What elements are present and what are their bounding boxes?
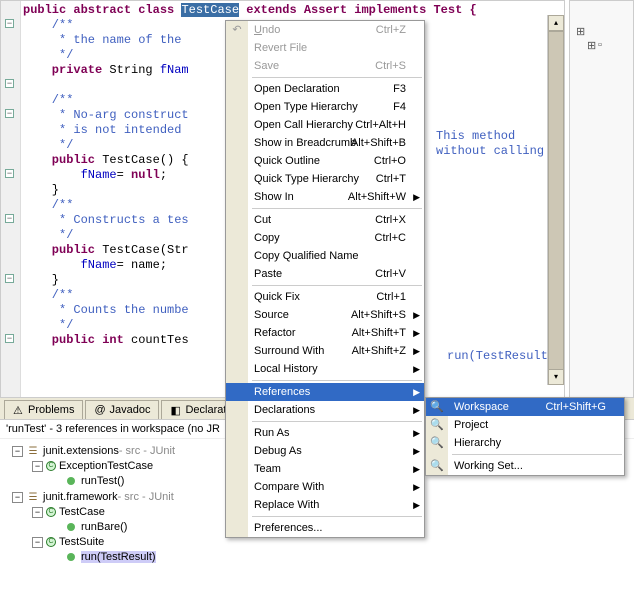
menu-separator <box>252 208 422 209</box>
method-icon <box>64 520 78 534</box>
submenu-arrow-icon: ▶ <box>413 482 420 493</box>
menu-revert-file[interactable]: Revert File <box>226 39 424 57</box>
menu-separator <box>252 421 422 422</box>
expand-icon[interactable]: ⊞ <box>587 39 596 52</box>
revision-annotation: run(TestResult <box>447 349 548 363</box>
menu-refactor[interactable]: RefactorAlt+Shift+T▶ <box>226 324 424 342</box>
menu-replace-with[interactable]: Replace With▶ <box>226 496 424 514</box>
submenu-arrow-icon: ▶ <box>413 192 420 203</box>
submenu-arrow-icon: ▶ <box>413 310 420 321</box>
submenu-working-set[interactable]: 🔍Working Set... <box>426 457 624 475</box>
class-icon: C <box>46 507 56 517</box>
menu-separator <box>252 516 422 517</box>
search-icon: 🔍 <box>429 436 445 452</box>
submenu-arrow-icon: ▶ <box>413 387 420 398</box>
menu-save[interactable]: SaveCtrl+S <box>226 57 424 75</box>
menu-quick-outline[interactable]: Quick OutlineCtrl+O <box>226 152 424 170</box>
search-icon: 🔍 <box>429 418 445 434</box>
submenu-arrow-icon: ▶ <box>413 328 420 339</box>
scroll-down-button[interactable]: ▾ <box>548 369 564 385</box>
submenu-workspace[interactable]: 🔍WorkspaceCtrl+Shift+G <box>426 398 624 416</box>
tab-problems[interactable]: ⚠Problems <box>4 400 83 419</box>
menu-compare-with[interactable]: Compare With▶ <box>226 478 424 496</box>
selected-text: TestCase <box>181 3 239 17</box>
submenu-project[interactable]: 🔍Project <box>426 416 624 434</box>
menu-separator <box>452 454 622 455</box>
menu-debug-as[interactable]: Debug As▶ <box>226 442 424 460</box>
menu-local-history[interactable]: Local History▶ <box>226 360 424 378</box>
submenu-arrow-icon: ▶ <box>413 428 420 439</box>
javadoc-icon: @ <box>94 404 106 416</box>
menu-separator <box>252 285 422 286</box>
submenu-hierarchy[interactable]: 🔍Hierarchy <box>426 434 624 452</box>
menu-references[interactable]: References▶ <box>226 383 424 401</box>
references-submenu: 🔍WorkspaceCtrl+Shift+G 🔍Project 🔍Hierarc… <box>425 397 625 476</box>
menu-run-as[interactable]: Run As▶ <box>226 424 424 442</box>
submenu-arrow-icon: ▶ <box>413 405 420 416</box>
class-icon: C <box>46 461 56 471</box>
menu-copy[interactable]: CopyCtrl+C <box>226 229 424 247</box>
declaration-icon: ◧ <box>170 404 182 416</box>
fold-toggle[interactable]: − <box>5 109 14 118</box>
collapse-icon[interactable]: − <box>12 492 23 503</box>
collapse-icon[interactable]: − <box>12 446 23 457</box>
menu-surround-with[interactable]: Surround WithAlt+Shift+Z▶ <box>226 342 424 360</box>
fold-toggle[interactable]: − <box>5 19 14 28</box>
submenu-arrow-icon: ▶ <box>413 500 420 511</box>
revision-annotation: This method <box>436 129 515 143</box>
expand-icon[interactable]: ⊞ <box>576 25 585 38</box>
vertical-scrollbar[interactable]: ▴ ▾ <box>547 15 563 385</box>
tab-javadoc[interactable]: @Javadoc <box>85 400 159 419</box>
menu-open-type-hierarchy[interactable]: Open Type HierarchyF4 <box>226 98 424 116</box>
problems-icon: ⚠ <box>13 404 25 416</box>
editor-gutter: − − − − − − − <box>1 1 21 397</box>
package-icon: ☰ <box>26 490 40 504</box>
collapse-icon[interactable]: − <box>32 507 43 518</box>
fold-toggle[interactable]: − <box>5 214 14 223</box>
menu-quick-fix[interactable]: Quick FixCtrl+1 <box>226 288 424 306</box>
revision-annotation: without calling <box>436 144 544 158</box>
collapse-icon[interactable]: − <box>32 461 43 472</box>
bullet-icon: ▫ <box>598 39 602 51</box>
fold-toggle[interactable]: − <box>5 274 14 283</box>
collapse-icon[interactable]: − <box>32 537 43 548</box>
menu-source[interactable]: SourceAlt+Shift+S▶ <box>226 306 424 324</box>
outline-overview: ⊞ ⊞ ▫ <box>569 0 634 398</box>
fold-toggle[interactable]: − <box>5 79 14 88</box>
method-icon <box>64 474 78 488</box>
menu-show-breadcrumb[interactable]: Show in BreadcrumbAlt+Shift+B <box>226 134 424 152</box>
menu-open-declaration[interactable]: Open DeclarationF3 <box>226 80 424 98</box>
menu-preferences[interactable]: Preferences... <box>226 519 424 537</box>
submenu-arrow-icon: ▶ <box>413 364 420 375</box>
menu-team[interactable]: Team▶ <box>226 460 424 478</box>
package-icon: ☰ <box>26 444 40 458</box>
scrollbar-thumb[interactable] <box>548 31 564 371</box>
menu-show-in[interactable]: Show InAlt+Shift+W▶ <box>226 188 424 206</box>
menu-quick-type-hierarchy[interactable]: Quick Type HierarchyCtrl+T <box>226 170 424 188</box>
fold-toggle[interactable]: − <box>5 169 14 178</box>
submenu-arrow-icon: ▶ <box>413 464 420 475</box>
submenu-arrow-icon: ▶ <box>413 446 420 457</box>
search-icon: 🔍 <box>429 459 445 475</box>
menu-paste[interactable]: PasteCtrl+V <box>226 265 424 283</box>
undo-icon: ↶ <box>229 23 245 39</box>
scroll-up-button[interactable]: ▴ <box>548 15 564 31</box>
fold-toggle[interactable]: − <box>5 334 14 343</box>
menu-copy-qualified-name[interactable]: Copy Qualified Name <box>226 247 424 265</box>
editor-context-menu: ↶UndoCtrl+Z Revert File SaveCtrl+S Open … <box>225 20 425 538</box>
menu-separator <box>252 77 422 78</box>
method-icon <box>64 550 78 564</box>
search-icon: 🔍 <box>429 400 445 416</box>
menu-separator <box>252 380 422 381</box>
menu-declarations[interactable]: Declarations▶ <box>226 401 424 419</box>
class-icon: C <box>46 537 56 547</box>
menu-open-call-hierarchy[interactable]: Open Call HierarchyCtrl+Alt+H <box>226 116 424 134</box>
submenu-arrow-icon: ▶ <box>413 346 420 357</box>
menu-undo[interactable]: ↶UndoCtrl+Z <box>226 21 424 39</box>
menu-cut[interactable]: CutCtrl+X <box>226 211 424 229</box>
tree-method-node[interactable]: run(TestResult) <box>4 549 630 565</box>
